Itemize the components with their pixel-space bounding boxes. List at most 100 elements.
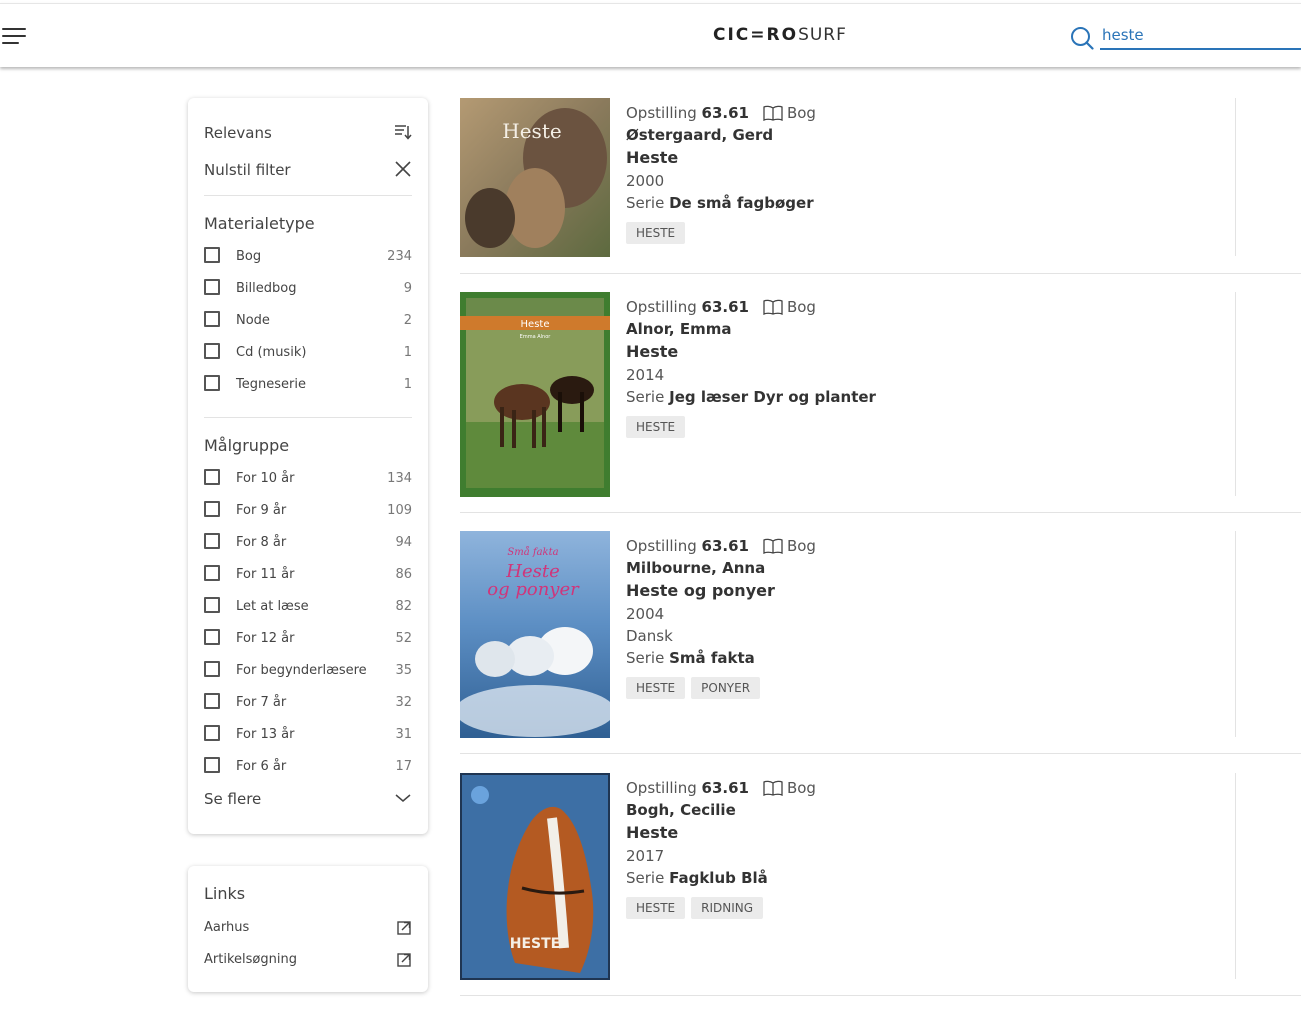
filter-option-label: For 7 år <box>236 695 287 710</box>
checkbox[interactable] <box>204 343 220 359</box>
author-link[interactable]: Milbourne, Anna <box>626 557 1186 579</box>
series-link[interactable]: Jeg læser Dyr og planter <box>669 388 876 406</box>
audience-filter-option[interactable]: For 8 år 94 <box>204 532 412 552</box>
link-label: Aarhus <box>204 920 250 935</box>
see-more-button[interactable]: Se flere <box>204 790 412 810</box>
cover-author: Emma Alnor <box>520 334 552 340</box>
series-prefix: Serie <box>626 649 665 667</box>
sort-icon[interactable] <box>394 122 412 142</box>
filter-option-label: Billedbog <box>236 281 297 296</box>
hamburger-menu-icon[interactable] <box>0 26 28 48</box>
filter-option-label: For 8 år <box>236 535 287 550</box>
audience-filter-option[interactable]: For 11 år 86 <box>204 564 412 584</box>
filter-option-label: For 10 år <box>236 471 295 486</box>
audience-filter-option[interactable]: Let at læse 82 <box>204 596 412 616</box>
audience-filter-option[interactable]: For 10 år 134 <box>204 468 412 488</box>
checkbox[interactable] <box>204 661 220 677</box>
search-icon[interactable] <box>1070 26 1094 50</box>
filter-option-label: For 13 år <box>236 727 295 742</box>
shelf-number: 63.61 <box>701 104 749 122</box>
shelf-prefix: Opstilling <box>626 298 697 316</box>
audience-filter-option[interactable]: For 7 år 32 <box>204 692 412 712</box>
external-link-icon[interactable] <box>396 952 412 968</box>
filter-option-label: For 12 år <box>236 631 295 646</box>
book-cover[interactable]: Små fakta Heste og ponyer <box>460 531 610 738</box>
filter-option-label: For 11 år <box>236 567 295 582</box>
filter-option-count: 1 <box>403 345 412 360</box>
checkbox[interactable] <box>204 597 220 613</box>
filter-option-count: 31 <box>395 727 412 742</box>
series-link[interactable]: Små fakta <box>669 649 755 667</box>
audience-filter-option[interactable]: For begynderlæsere 35 <box>204 660 412 680</box>
checkbox[interactable] <box>204 247 220 263</box>
result-meta: Opstilling 63.61 Bog Milbourne, Anna Hest… <box>626 535 1186 699</box>
book-title-link[interactable]: Heste <box>626 146 1186 170</box>
audience-filter-option[interactable]: For 6 år 17 <box>204 756 412 776</box>
subject-tag[interactable]: HESTE <box>626 416 686 438</box>
book-cover[interactable]: Heste Emma Alnor <box>460 292 610 497</box>
author-link[interactable]: Alnor, Emma <box>626 318 1186 340</box>
book-cover[interactable]: HESTE <box>460 773 610 980</box>
series-link[interactable]: De små fagbøger <box>669 194 814 212</box>
book-title-link[interactable]: Heste og ponyer <box>626 579 1186 603</box>
filter-option-label: Node <box>236 313 270 328</box>
result-separator <box>460 273 1301 274</box>
material-type-filter-option[interactable]: Cd (musik) 1 <box>204 342 412 362</box>
filter-option-count: 52 <box>395 631 412 646</box>
audience-filter-option[interactable]: For 9 år 109 <box>204 500 412 520</box>
material-type-filter-option[interactable]: Billedbog 9 <box>204 278 412 298</box>
filter-option-count: 109 <box>387 503 412 518</box>
shelf-number: 63.61 <box>701 298 749 316</box>
book-icon <box>763 538 783 554</box>
result-meta: Opstilling 63.61 Bog Alnor, Emma Heste 20… <box>626 296 1186 438</box>
chevron-down-icon[interactable] <box>394 792 412 804</box>
series-link[interactable]: Fagklub Blå <box>669 869 768 887</box>
search-input[interactable] <box>1100 22 1301 50</box>
logo[interactable]: CIC=ROSURF <box>713 25 847 45</box>
checkbox[interactable] <box>204 757 220 773</box>
checkbox[interactable] <box>204 629 220 645</box>
book-title-link[interactable]: Heste <box>626 821 1186 845</box>
link-artikelsogning[interactable]: Artikelsøgning <box>204 952 412 970</box>
close-icon[interactable] <box>394 159 412 179</box>
external-link-icon[interactable] <box>396 920 412 936</box>
book-cover[interactable]: Heste <box>460 98 610 257</box>
result-separator <box>460 512 1301 513</box>
divider <box>204 417 412 418</box>
cover-title: HESTE <box>510 936 560 952</box>
audience-filter-option[interactable]: For 12 år 52 <box>204 628 412 648</box>
cover-title: Heste <box>502 119 561 143</box>
link-aarhus[interactable]: Aarhus <box>204 920 412 938</box>
filter-panel: Relevans Nulstil filter Materialetype Bo… <box>188 98 428 834</box>
author-link[interactable]: Østergaard, Gerd <box>626 124 1186 146</box>
checkbox[interactable] <box>204 533 220 549</box>
author-link[interactable]: Bogh, Cecilie <box>626 799 1186 821</box>
checkbox[interactable] <box>204 311 220 327</box>
see-more-label: Se flere <box>204 790 262 808</box>
book-title-link[interactable]: Heste <box>626 340 1186 364</box>
subject-tag[interactable]: RIDNING <box>691 897 764 919</box>
material-type-filter-option[interactable]: Tegneserie 1 <box>204 374 412 394</box>
material-type-filter-option[interactable]: Node 2 <box>204 310 412 330</box>
cover-series: Små fakta <box>507 546 558 558</box>
series-prefix: Serie <box>626 388 665 406</box>
material-type-filter-option[interactable]: Bog 234 <box>204 246 412 266</box>
checkbox[interactable] <box>204 469 220 485</box>
filter-option-count: 1 <box>403 377 412 392</box>
checkbox[interactable] <box>204 501 220 517</box>
checkbox[interactable] <box>204 725 220 741</box>
checkbox[interactable] <box>204 693 220 709</box>
subject-tag[interactable]: HESTE <box>626 897 686 919</box>
checkbox[interactable] <box>204 279 220 295</box>
subject-tag[interactable]: HESTE <box>626 222 686 244</box>
subject-tag[interactable]: PONYER <box>691 677 761 699</box>
year: 2004 <box>626 605 665 623</box>
material-type: Bog <box>786 104 816 122</box>
audience-filter-option[interactable]: For 13 år 31 <box>204 724 412 744</box>
checkbox[interactable] <box>204 565 220 581</box>
subject-tag[interactable]: HESTE <box>626 677 686 699</box>
divider <box>204 195 412 196</box>
filter-option-count: 134 <box>387 471 412 486</box>
checkbox[interactable] <box>204 375 220 391</box>
cover-title-2: og ponyer <box>487 579 580 600</box>
